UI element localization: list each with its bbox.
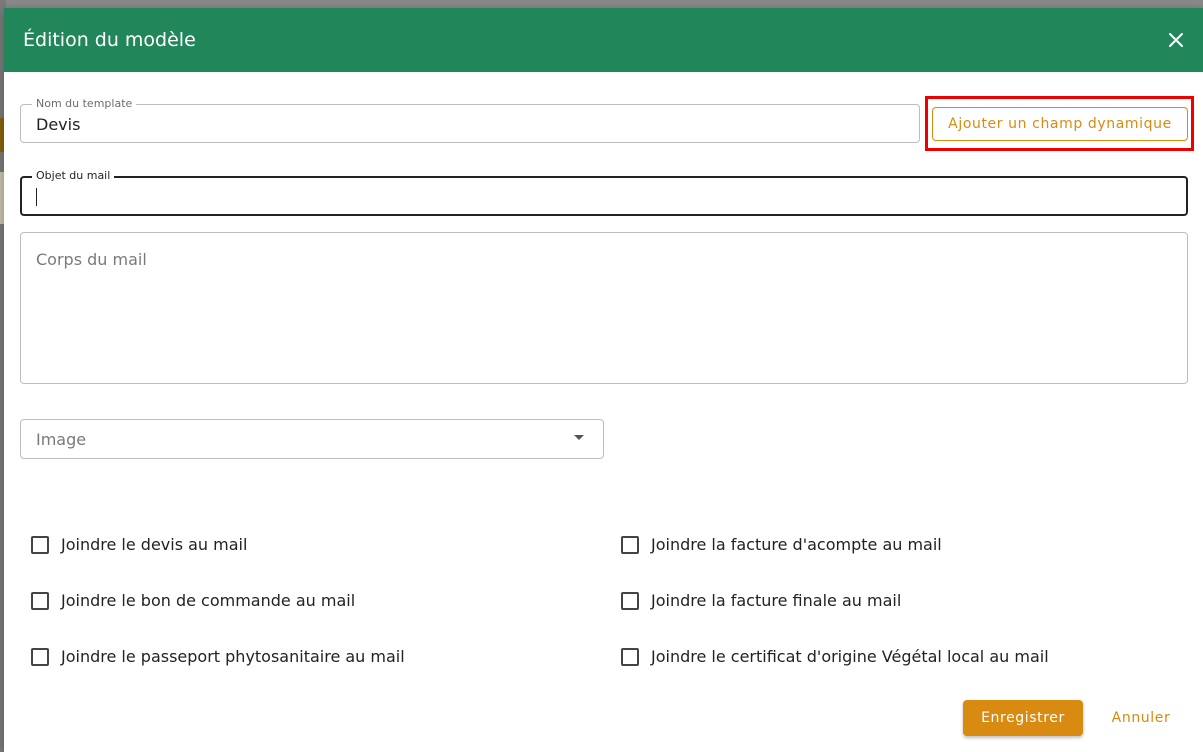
- checkbox-icon[interactable]: [31, 647, 49, 666]
- close-icon[interactable]: [1164, 28, 1188, 52]
- checkbox-label: Joindre la facture finale au mail: [651, 591, 902, 610]
- checkbox-attach-quote[interactable]: Joindre le devis au mail: [31, 535, 247, 554]
- checkbox-icon[interactable]: [621, 535, 639, 554]
- mail-body-placeholder: Corps du mail: [36, 250, 147, 269]
- dialog-header: Édition du modèle: [4, 8, 1203, 72]
- checkbox-label: Joindre le devis au mail: [61, 535, 248, 554]
- checkbox-icon[interactable]: [31, 591, 49, 610]
- checkbox-icon[interactable]: [621, 647, 639, 666]
- checkbox-attach-phyto-passport[interactable]: Joindre le passeport phytosanitaire au m…: [31, 647, 405, 666]
- add-dynamic-field-button[interactable]: Ajouter un champ dynamique: [932, 107, 1188, 141]
- checkbox-attach-origin-certificate[interactable]: Joindre le certificat d'origine Végétal …: [621, 647, 1049, 666]
- checkbox-icon[interactable]: [621, 591, 639, 610]
- template-name-value: Devis: [36, 115, 81, 134]
- dropdown-arrow-icon: [574, 435, 584, 440]
- save-button[interactable]: Enregistrer: [963, 700, 1083, 736]
- checkbox-icon[interactable]: [31, 535, 49, 554]
- mail-subject-label: Objet du mail: [32, 169, 115, 183]
- image-select[interactable]: Image: [20, 419, 604, 459]
- checkbox-label: Joindre la facture d'acompte au mail: [651, 535, 942, 554]
- mail-subject-field[interactable]: Objet du mail: [20, 169, 1188, 216]
- checkbox-attach-final-invoice[interactable]: Joindre la facture finale au mail: [621, 591, 901, 610]
- template-edit-dialog: Édition du modèle Nom du template Devis …: [4, 8, 1203, 752]
- checkbox-attach-deposit-invoice[interactable]: Joindre la facture d'acompte au mail: [621, 535, 942, 554]
- text-cursor: [36, 188, 37, 206]
- cancel-button[interactable]: Annuler: [1100, 700, 1182, 736]
- template-name-label: Nom du template: [32, 97, 137, 111]
- checkbox-attach-purchase-order[interactable]: Joindre le bon de commande au mail: [31, 591, 355, 610]
- checkbox-label: Joindre le certificat d'origine Végétal …: [651, 647, 1049, 666]
- mail-body-field[interactable]: Corps du mail: [20, 232, 1188, 384]
- image-select-placeholder: Image: [36, 430, 87, 449]
- checkbox-label: Joindre le bon de commande au mail: [61, 591, 356, 610]
- dialog-title: Édition du modèle: [23, 29, 196, 51]
- template-name-field[interactable]: Nom du template Devis: [20, 97, 920, 143]
- checkbox-label: Joindre le passeport phytosanitaire au m…: [61, 647, 405, 666]
